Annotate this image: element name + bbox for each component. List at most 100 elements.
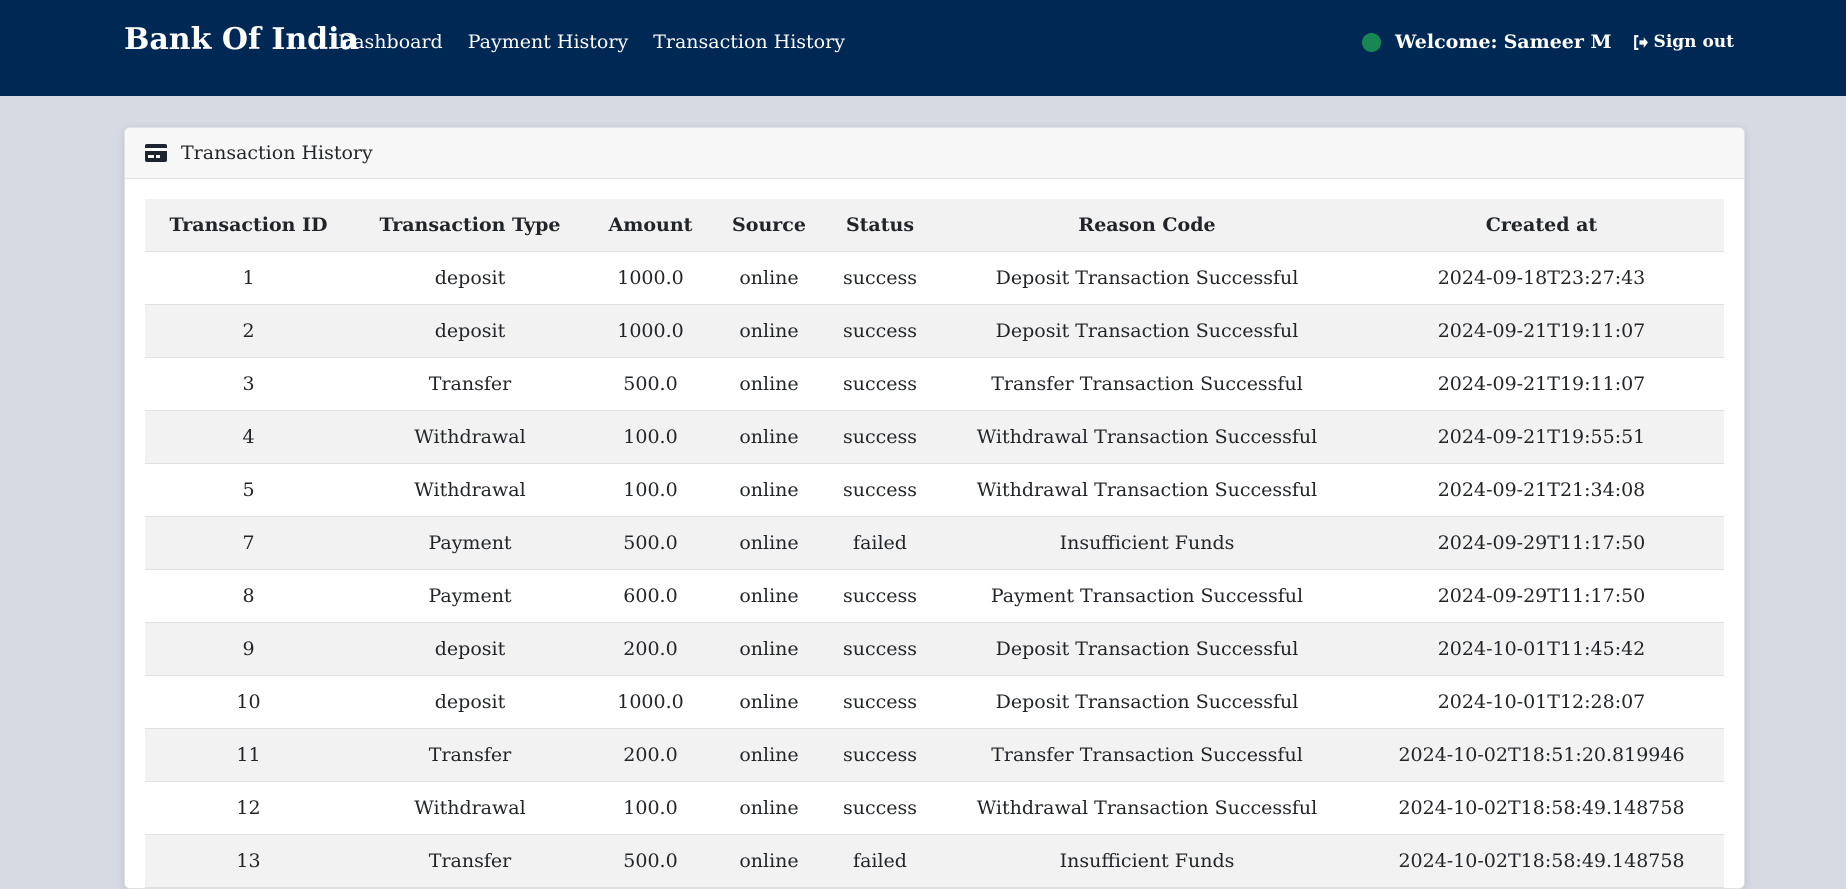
status-cell: success: [825, 304, 935, 358]
amount-cell: 1000.0: [588, 304, 713, 358]
reason-code-cell: Deposit Transaction Successful: [935, 675, 1359, 729]
transaction-id-cell: 4: [145, 410, 352, 464]
source-cell: online: [713, 516, 825, 570]
transaction-id-cell: 2: [145, 304, 352, 358]
transaction-id-cell: 5: [145, 463, 352, 517]
reason-code-cell: Payment Transaction Successful: [935, 569, 1359, 623]
status-cell: success: [825, 410, 935, 464]
amount-cell: 500.0: [588, 834, 713, 888]
table-row: 10 deposit 1000.0 online success Deposit Tran…: [145, 675, 1724, 729]
transaction-id-cell: 12: [145, 781, 352, 835]
status-cell: success: [825, 675, 935, 729]
status-cell: success: [825, 357, 935, 411]
reason-code-cell: Insufficient Funds: [935, 834, 1359, 888]
transaction-type-cell: Transfer: [352, 728, 588, 782]
transaction-id-cell: 13: [145, 834, 352, 888]
status-cell: success: [825, 728, 935, 782]
transaction-id-cell: 7: [145, 516, 352, 570]
status-cell: success: [825, 251, 935, 305]
created-at-cell: 2024-09-29T11:17:50: [1359, 516, 1724, 570]
reason-code-cell: Deposit Transaction Successful: [935, 622, 1359, 676]
transaction-type-cell: Withdrawal: [352, 463, 588, 517]
source-cell: online: [713, 304, 825, 358]
sign-out-button[interactable]: Sign out: [1632, 32, 1734, 52]
created-at-cell: 2024-10-02T18:58:49.148758: [1359, 781, 1724, 835]
column-header: Transaction Type: [352, 199, 588, 252]
reason-code-cell: Withdrawal Transaction Successful: [935, 463, 1359, 517]
table-row: 2 deposit 1000.0 online success Deposit Trans…: [145, 304, 1724, 358]
source-cell: online: [713, 357, 825, 411]
table-header-row: Transaction ID Transaction Type Amount S…: [145, 199, 1724, 252]
created-at-cell: 2024-09-18T23:27:43: [1359, 251, 1724, 305]
column-header: Transaction ID: [145, 199, 352, 252]
transaction-type-cell: deposit: [352, 251, 588, 305]
table-row: 11 Transfer 200.0 online success Transfer Tra…: [145, 728, 1724, 782]
table-row: 9 deposit 200.0 online success Deposit Transa…: [145, 622, 1724, 676]
created-at-cell: 2024-10-02T18:58:49.148758: [1359, 834, 1724, 888]
table-row: 5 Withdrawal 100.0 online success Withdrawal …: [145, 463, 1724, 517]
nav-link-dashboard[interactable]: Dashboard: [338, 31, 443, 53]
transaction-type-cell: Transfer: [352, 357, 588, 411]
reason-code-cell: Transfer Transaction Successful: [935, 728, 1359, 782]
table-row: 13 Transfer 500.0 online failed Insufficient …: [145, 834, 1724, 888]
user-area: Welcome: Sameer M Sign out: [1362, 31, 1734, 53]
source-cell: online: [713, 251, 825, 305]
transaction-table: Transaction ID Transaction Type Amount S…: [145, 199, 1724, 888]
online-status-indicator: [1362, 32, 1382, 52]
welcome-label: Welcome:: [1395, 31, 1498, 53]
source-cell: online: [713, 728, 825, 782]
credit-card-icon: [145, 144, 167, 162]
column-header: Created at: [1359, 199, 1724, 252]
top-navbar: Bank Of India Dashboard Payment History …: [0, 0, 1846, 96]
brand-logo-link[interactable]: Bank Of India: [124, 22, 359, 57]
source-cell: online: [713, 410, 825, 464]
created-at-cell: 2024-09-21T19:11:07: [1359, 304, 1724, 358]
amount-cell: 500.0: [588, 516, 713, 570]
welcome-message: Welcome: Sameer M: [1395, 31, 1612, 53]
created-at-cell: 2024-09-21T19:11:07: [1359, 357, 1724, 411]
source-cell: online: [713, 675, 825, 729]
table-row: 4 Withdrawal 100.0 online success Withdrawal …: [145, 410, 1724, 464]
transaction-history-card: Transaction History Transaction ID Trans…: [124, 127, 1745, 889]
user-name: Sameer M: [1503, 31, 1612, 53]
created-at-cell: 2024-09-21T19:55:51: [1359, 410, 1724, 464]
nav-link-payment-history[interactable]: Payment History: [468, 31, 628, 53]
created-at-cell: 2024-10-02T18:51:20.819946: [1359, 728, 1724, 782]
table-row: 8 Payment 600.0 online success Payment Transa…: [145, 569, 1724, 623]
created-at-cell: 2024-09-21T21:34:08: [1359, 463, 1724, 517]
source-cell: online: [713, 463, 825, 517]
amount-cell: 1000.0: [588, 251, 713, 305]
transaction-id-cell: 3: [145, 357, 352, 411]
transaction-id-cell: 9: [145, 622, 352, 676]
transaction-id-cell: 1: [145, 251, 352, 305]
amount-cell: 100.0: [588, 463, 713, 517]
status-cell: failed: [825, 516, 935, 570]
status-cell: success: [825, 463, 935, 517]
source-cell: online: [713, 622, 825, 676]
reason-code-cell: Insufficient Funds: [935, 516, 1359, 570]
amount-cell: 600.0: [588, 569, 713, 623]
reason-code-cell: Withdrawal Transaction Successful: [935, 781, 1359, 835]
created-at-cell: 2024-09-29T11:17:50: [1359, 569, 1724, 623]
sign-out-label: Sign out: [1653, 32, 1734, 52]
transaction-type-cell: Payment: [352, 569, 588, 623]
status-cell: success: [825, 781, 935, 835]
reason-code-cell: Withdrawal Transaction Successful: [935, 410, 1359, 464]
reason-code-cell: Deposit Transaction Successful: [935, 304, 1359, 358]
reason-code-cell: Transfer Transaction Successful: [935, 357, 1359, 411]
source-cell: online: [713, 834, 825, 888]
nav-link-transaction-history[interactable]: Transaction History: [653, 31, 845, 53]
transaction-id-cell: 10: [145, 675, 352, 729]
source-cell: online: [713, 781, 825, 835]
column-header: Source: [713, 199, 825, 252]
column-header: Amount: [588, 199, 713, 252]
table-row: 7 Payment 500.0 online failed Insufficient Fu…: [145, 516, 1724, 570]
created-at-cell: 2024-10-01T12:28:07: [1359, 675, 1724, 729]
status-cell: success: [825, 569, 935, 623]
transaction-type-cell: deposit: [352, 304, 588, 358]
table-row: 3 Transfer 500.0 online success Transfer Tran…: [145, 357, 1724, 411]
transaction-type-cell: deposit: [352, 622, 588, 676]
status-cell: failed: [825, 834, 935, 888]
created-at-cell: 2024-10-01T11:45:42: [1359, 622, 1724, 676]
source-cell: online: [713, 569, 825, 623]
